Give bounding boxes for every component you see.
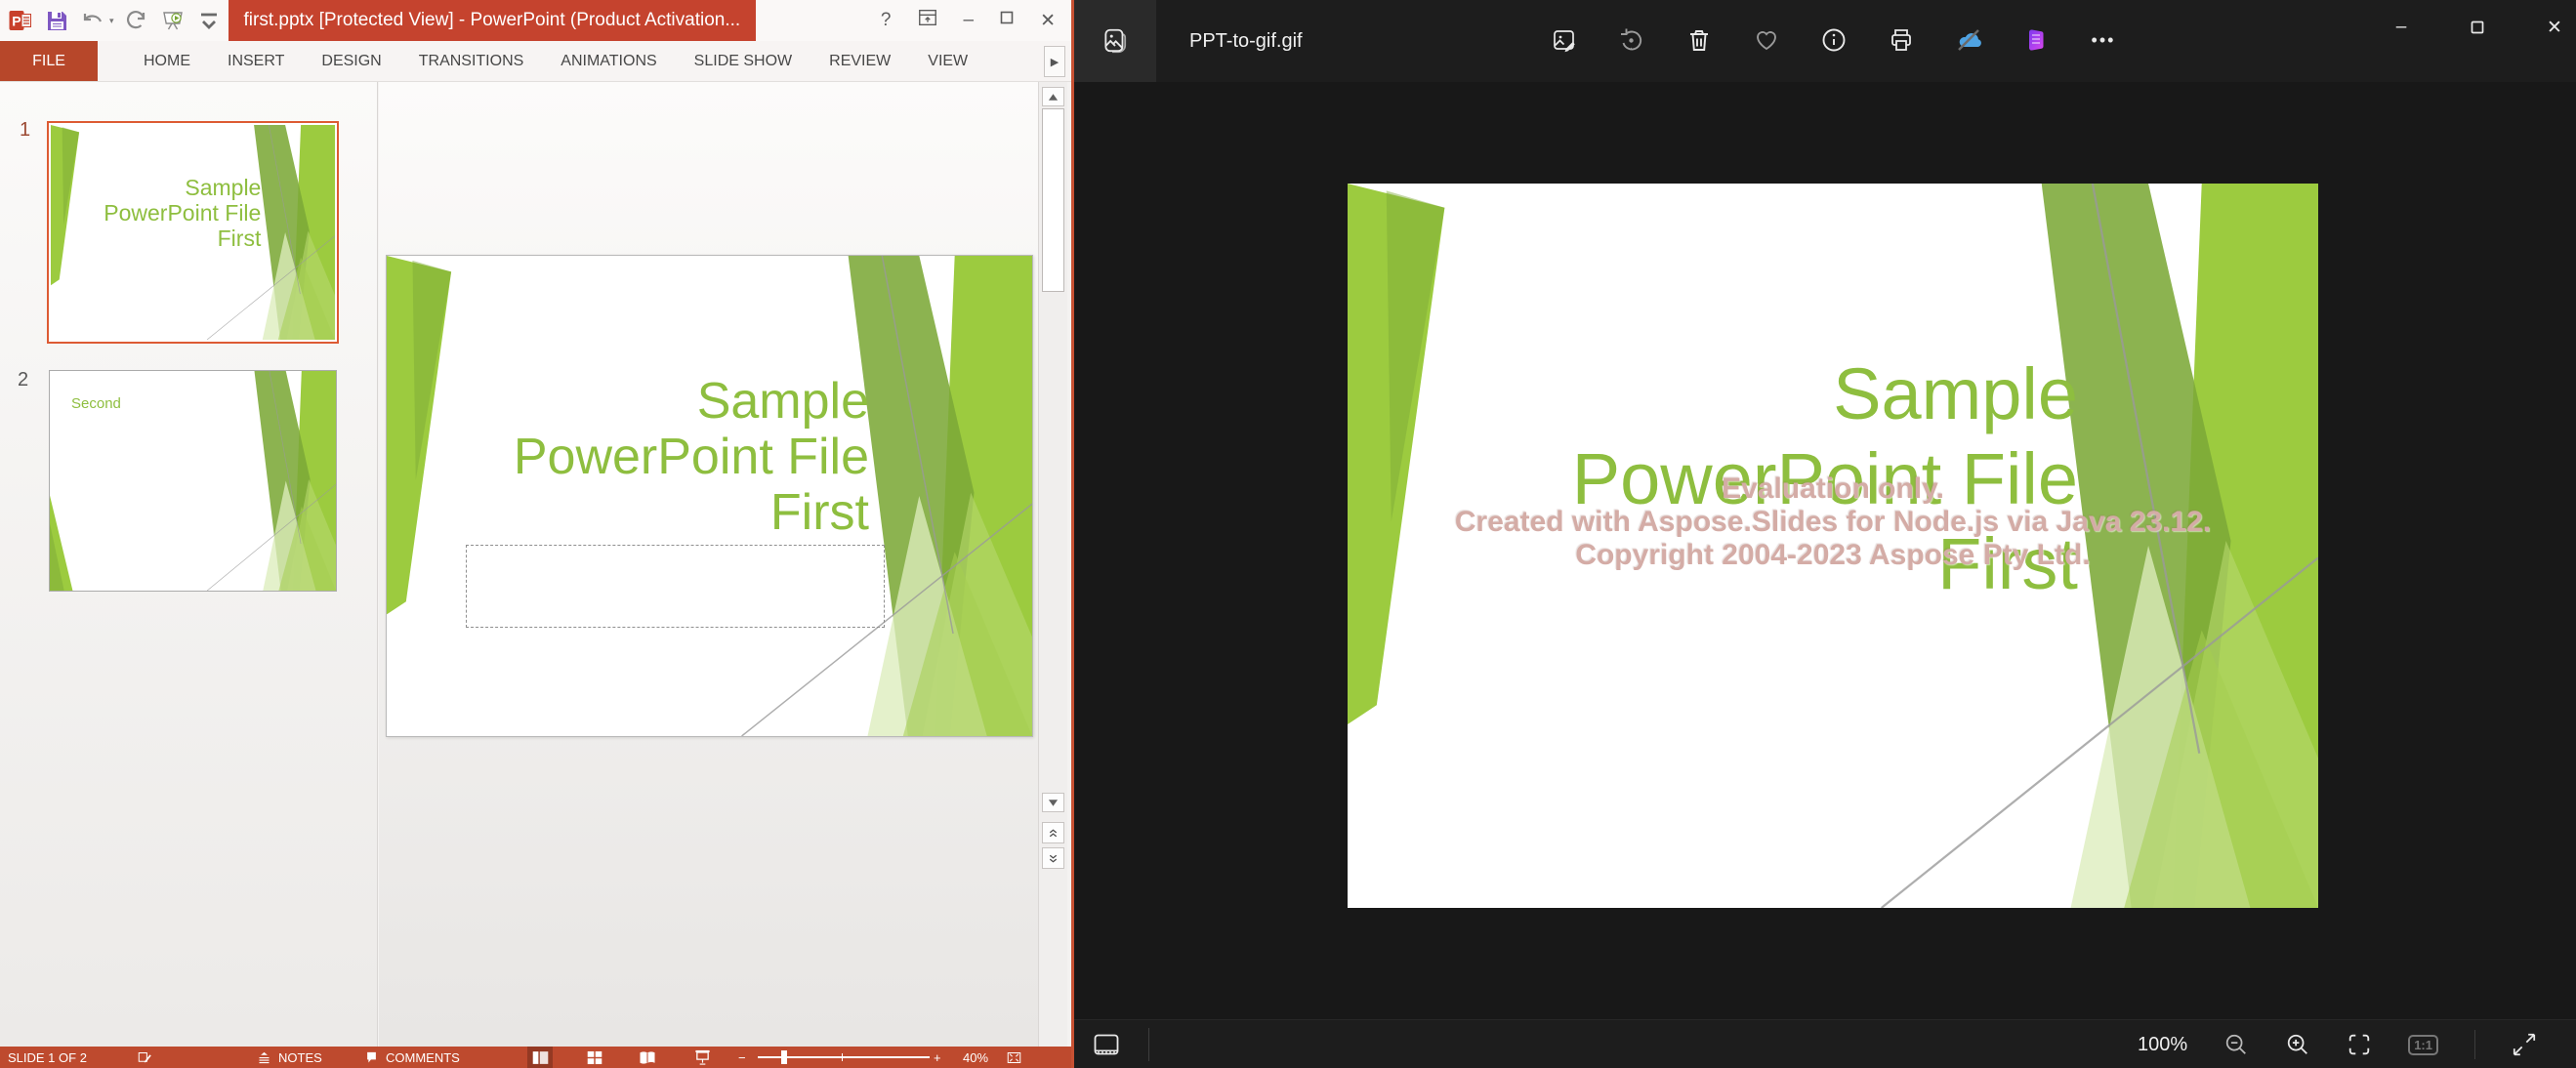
- aspose-evaluation-watermark: Evaluation only. Created with Aspose.Sli…: [1348, 472, 2318, 572]
- slide-2-number: 2: [18, 369, 28, 391]
- normal-view-button[interactable]: [527, 1047, 553, 1068]
- undo-button[interactable]: [79, 7, 106, 34]
- next-slide-button[interactable]: [1042, 847, 1064, 869]
- edit-image-button[interactable]: [1551, 26, 1578, 54]
- photos-titlebar: PPT-to-gif.gif: [1074, 0, 2576, 82]
- tab-file[interactable]: FILE: [0, 41, 98, 81]
- scrollbar-thumb[interactable]: [1042, 108, 1064, 292]
- file-info-button[interactable]: [1820, 26, 1848, 54]
- close-button[interactable]: ✕: [1040, 10, 1056, 32]
- zoom-in-button[interactable]: [2285, 1032, 2310, 1057]
- slide-show-view-button[interactable]: [689, 1047, 715, 1068]
- clipchamp-icon[interactable]: [2022, 26, 2050, 54]
- svg-text:P: P: [12, 14, 21, 29]
- zoom-out-button[interactable]: [2223, 1032, 2249, 1057]
- save-button[interactable]: [43, 7, 70, 34]
- slide-title-text[interactable]: Sample PowerPoint File First: [514, 374, 869, 541]
- tab-home[interactable]: HOME: [125, 41, 209, 81]
- slide-canvas[interactable]: Sample PowerPoint File First: [386, 255, 1033, 737]
- photo-gallery-icon: [1101, 26, 1130, 56]
- repeat-button[interactable]: [123, 7, 150, 34]
- zoom-in-button[interactable]: +: [934, 1047, 941, 1068]
- slide-1-number: 1: [20, 119, 30, 142]
- maximize-button[interactable]: [2467, 14, 2488, 41]
- favorite-button[interactable]: [1753, 26, 1780, 54]
- window-title: first.pptx [Protected View] - PowerPoint…: [229, 0, 757, 41]
- delete-button[interactable]: [1685, 26, 1713, 54]
- slide-thumbnail-panel: 1 Sample PowerPoint File First 2 Second: [0, 82, 378, 1047]
- zoom-level-indicator[interactable]: 40%: [963, 1047, 988, 1068]
- powerpoint-logo-icon: P: [7, 7, 34, 34]
- image-filename: PPT-to-gif.gif: [1189, 0, 1303, 82]
- photos-bottom-bar: 100% 1:1: [1074, 1019, 2576, 1068]
- slide-indicator: SLIDE 1 OF 2: [8, 1047, 87, 1068]
- divider: [1148, 1028, 1149, 1061]
- viewed-image[interactable]: Sample PowerPoint File First Evaluation …: [1348, 184, 2318, 908]
- vertical-scrollbar[interactable]: [1038, 82, 1067, 1047]
- tab-design[interactable]: DESIGN: [303, 41, 399, 81]
- tab-transitions[interactable]: TRANSITIONS: [400, 41, 543, 81]
- powerpoint-titlebar: P ▾ first.pptx [Protected View] - PowerP…: [0, 0, 1071, 41]
- fit-to-window-button[interactable]: [2347, 1032, 2372, 1057]
- quick-access-toolbar: P ▾: [0, 7, 223, 34]
- slide-1-thumbnail-title: Sample PowerPoint File First: [104, 175, 261, 251]
- slide-editing-pane: Sample PowerPoint File First: [379, 82, 1038, 1047]
- fullscreen-button[interactable]: [2512, 1032, 2537, 1057]
- zoom-level-indicator: 100%: [2138, 1034, 2187, 1056]
- zoom-slider-center-tick: [842, 1053, 843, 1061]
- subtitle-placeholder[interactable]: [466, 545, 885, 628]
- slide-1-thumbnail[interactable]: Sample PowerPoint File First: [47, 121, 339, 344]
- onedrive-unavailable-icon[interactable]: [1955, 26, 1982, 54]
- divider: [2474, 1030, 2475, 1059]
- powerpoint-workspace: 1 Sample PowerPoint File First 2 Second: [0, 82, 1071, 1047]
- tab-review[interactable]: REVIEW: [810, 41, 909, 81]
- display-settings-icon[interactable]: [137, 1047, 153, 1068]
- notes-icon: [256, 1049, 272, 1066]
- minimize-button[interactable]: –: [2390, 14, 2412, 41]
- scroll-up-button[interactable]: [1042, 87, 1064, 106]
- notes-button[interactable]: NOTES: [256, 1047, 322, 1068]
- status-bar: SLIDE 1 OF 2 NOTES COMMENTS −: [0, 1047, 1071, 1068]
- actual-size-button[interactable]: 1:1: [2408, 1035, 2438, 1055]
- help-icon[interactable]: ?: [881, 10, 892, 31]
- tab-overflow-button[interactable]: ▶: [1044, 46, 1065, 77]
- reading-view-button[interactable]: [635, 1047, 660, 1068]
- minimize-button[interactable]: –: [964, 10, 975, 31]
- filmstrip-icon: [1092, 1031, 1121, 1058]
- see-more-button[interactable]: •••: [2090, 26, 2117, 54]
- tab-view[interactable]: VIEW: [909, 41, 986, 81]
- slide-sorter-view-button[interactable]: [582, 1047, 607, 1068]
- slide-2-thumbnail-title: Second: [71, 395, 121, 412]
- filmstrip-toggle-button[interactable]: [1092, 1031, 1121, 1058]
- zoom-slider-thumb[interactable]: [781, 1050, 787, 1064]
- ribbon-display-options-icon[interactable]: [917, 7, 938, 34]
- comments-button[interactable]: COMMENTS: [363, 1047, 460, 1068]
- ribbon-tab-bar: FILE HOME INSERT DESIGN TRANSITIONS ANIM…: [0, 41, 1071, 82]
- start-slideshow-button[interactable]: [159, 7, 187, 34]
- previous-slide-button[interactable]: [1042, 822, 1064, 843]
- rotate-button[interactable]: [1618, 26, 1645, 54]
- print-button[interactable]: [1888, 26, 1915, 54]
- close-button[interactable]: ✕: [2544, 14, 2565, 41]
- tab-insert[interactable]: INSERT: [209, 41, 303, 81]
- fit-slide-to-window-button[interactable]: [1006, 1047, 1022, 1068]
- scroll-down-button[interactable]: [1042, 793, 1064, 812]
- photos-window: PPT-to-gif.gif: [1074, 0, 2576, 1068]
- tab-slide-show[interactable]: SLIDE SHOW: [676, 41, 810, 81]
- comments-icon: [363, 1049, 380, 1066]
- slide-2-thumbnail[interactable]: Second: [49, 370, 337, 592]
- maximize-button[interactable]: [999, 10, 1015, 31]
- undo-dropdown-caret[interactable]: ▾: [109, 16, 114, 26]
- powerpoint-window: P ▾ first.pptx [Protected View] - PowerP…: [0, 0, 1074, 1068]
- tab-animations[interactable]: ANIMATIONS: [542, 41, 675, 81]
- zoom-out-button[interactable]: −: [738, 1047, 746, 1068]
- customize-qat-button[interactable]: [195, 7, 223, 34]
- see-all-photos-button[interactable]: [1074, 0, 1156, 82]
